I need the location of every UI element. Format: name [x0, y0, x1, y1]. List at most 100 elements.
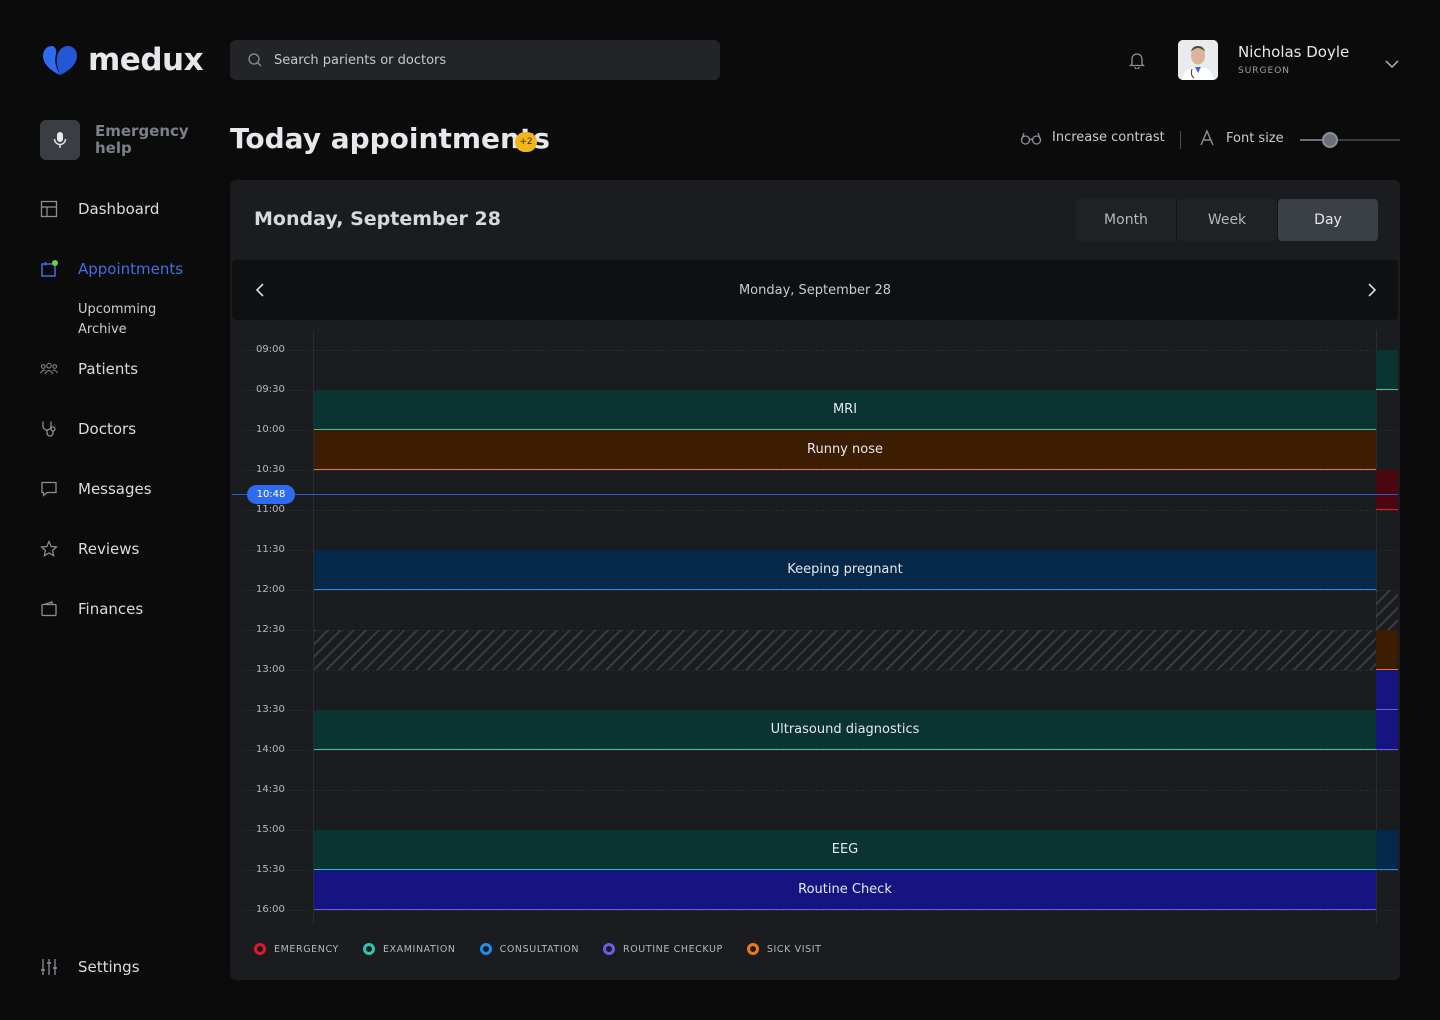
sidebar-item-label: Doctors — [78, 420, 137, 438]
message-icon — [41, 481, 57, 497]
stethoscope-icon — [42, 421, 56, 437]
time-label: 13:00 — [256, 664, 285, 675]
view-month-button[interactable]: Month — [1076, 199, 1177, 241]
user-menu-toggle[interactable] — [1385, 54, 1399, 73]
time-label: 14:30 — [256, 784, 285, 795]
emergency-help-button[interactable]: Emergency help — [40, 120, 195, 160]
grid-icon — [40, 200, 58, 218]
search-input[interactable] — [274, 52, 674, 68]
legend-label: CONSULTATION — [499, 943, 580, 955]
sliders-icon — [41, 959, 57, 975]
time-label: 09:30 — [256, 384, 285, 395]
legend-dot-icon — [746, 943, 759, 955]
time-gridline — [242, 350, 1398, 351]
mic-button-box — [40, 120, 80, 160]
chevron-left-icon — [255, 283, 264, 297]
time-gridline — [242, 590, 1398, 591]
sidebar-item-messages[interactable]: Messages — [40, 477, 152, 501]
toolbar-divider — [1180, 131, 1181, 149]
previous-day-button[interactable] — [250, 280, 270, 300]
sidebar-item-label: Settings — [78, 958, 140, 976]
bell-icon — [1128, 53, 1146, 70]
font-size-slider[interactable] — [1300, 132, 1400, 148]
time-label: 14:00 — [256, 744, 285, 755]
sidebar-item-settings[interactable]: Settings — [40, 958, 140, 976]
sidebar-item-patients[interactable]: Patients — [40, 357, 138, 381]
time-label: 10:30 — [256, 464, 285, 475]
overview-strip — [1376, 670, 1398, 710]
overview-strip — [1376, 470, 1398, 510]
search-icon — [248, 53, 262, 67]
people-icon — [40, 362, 58, 375]
overview-strip — [1376, 350, 1398, 390]
legend-label: EXAMINATION — [382, 943, 456, 955]
font-size-icon — [1200, 130, 1214, 146]
time-gridline — [242, 670, 1398, 671]
time-label: 11:30 — [256, 544, 285, 555]
view-switcher: Month Week Day — [1076, 199, 1378, 241]
legend-label: ROUTINE CHECKUP — [623, 943, 723, 955]
sidebar-item-reviews[interactable]: Reviews — [40, 537, 139, 561]
legend-item: CONSULTATION — [479, 943, 580, 955]
blocked-time-slot[interactable] — [314, 630, 1376, 670]
emergency-help-label: Emergency help — [95, 122, 189, 157]
sidebar-item-dashboard[interactable]: Dashboard — [40, 197, 159, 221]
appointment-block[interactable]: Routine Check — [314, 870, 1376, 910]
appointment-block[interactable]: Runny nose — [314, 430, 1376, 470]
legend-dot-icon — [362, 943, 375, 955]
avatar[interactable] — [1178, 40, 1218, 80]
sidebar-subitem-archive[interactable]: Archive — [78, 322, 127, 337]
font-size-slider-knob[interactable] — [1322, 132, 1338, 148]
appointment-block[interactable]: EEG — [314, 830, 1376, 870]
user-role: SURGEON — [1238, 66, 1291, 76]
chevron-right-icon — [1368, 283, 1377, 297]
time-label: 09:00 — [256, 344, 285, 355]
time-label: 13:30 — [256, 704, 285, 715]
view-week-button[interactable]: Week — [1177, 199, 1278, 241]
avatar-image — [1178, 40, 1218, 80]
brand-logo[interactable]: medux — [42, 40, 204, 80]
overview-strip — [1376, 710, 1398, 750]
time-gridline — [242, 470, 1398, 471]
time-label: 16:00 — [256, 904, 285, 915]
brand-name: medux — [88, 42, 204, 78]
sidebar-item-label: Appointments — [78, 260, 184, 278]
appointment-block[interactable]: MRI — [314, 390, 1376, 430]
search-bar[interactable] — [230, 40, 720, 80]
sidebar-item-label: Patients — [78, 360, 139, 378]
star-icon — [40, 540, 58, 558]
glasses-icon — [1020, 132, 1042, 145]
sidebar-item-label: Finances — [78, 600, 144, 618]
user-name: Nicholas Doyle — [1238, 43, 1350, 61]
sidebar-item-label: Messages — [78, 480, 152, 498]
appointment-block[interactable]: Keeping pregnant — [314, 550, 1376, 590]
calendar-heading: Monday, September 28 — [254, 208, 501, 230]
font-size-label: Font size — [1226, 130, 1284, 146]
appointment-block[interactable]: Ultrasound diagnostics — [314, 710, 1376, 750]
next-day-button[interactable] — [1362, 280, 1382, 300]
notifications-button[interactable] — [1128, 51, 1146, 73]
sidebar-subitem-upcoming[interactable]: Upcomming — [78, 302, 156, 317]
increase-contrast-label: Increase contrast — [1052, 130, 1165, 145]
view-day-button[interactable]: Day — [1278, 199, 1378, 241]
time-label: 12:00 — [256, 584, 285, 595]
chevron-down-icon — [1385, 60, 1399, 69]
sidebar-item-appointments[interactable]: Appointments — [40, 257, 183, 281]
sidebar-item-finances[interactable]: Finances — [40, 597, 143, 621]
time-label: 10:00 — [256, 424, 285, 435]
current-time-badge: 10:48 — [247, 485, 295, 504]
current-time-line — [232, 494, 1398, 495]
count-badge: +2 — [515, 132, 537, 152]
time-gridline — [242, 750, 1398, 751]
time-label: 11:00 — [256, 504, 285, 515]
increase-contrast-button[interactable]: Increase contrast — [1020, 130, 1165, 145]
time-label: 12:30 — [256, 624, 285, 635]
day-navigator-label: Monday, September 28 — [738, 282, 892, 298]
legend-item: ROUTINE CHECKUP — [603, 943, 723, 955]
legend-dot-icon — [603, 943, 616, 955]
legend-label: SICK VISIT — [766, 943, 822, 955]
time-label: 15:30 — [256, 864, 285, 875]
wallet-icon — [41, 601, 57, 617]
sidebar-item-doctors[interactable]: Doctors — [40, 417, 136, 441]
sidebar-item-label: Dashboard — [78, 200, 160, 218]
